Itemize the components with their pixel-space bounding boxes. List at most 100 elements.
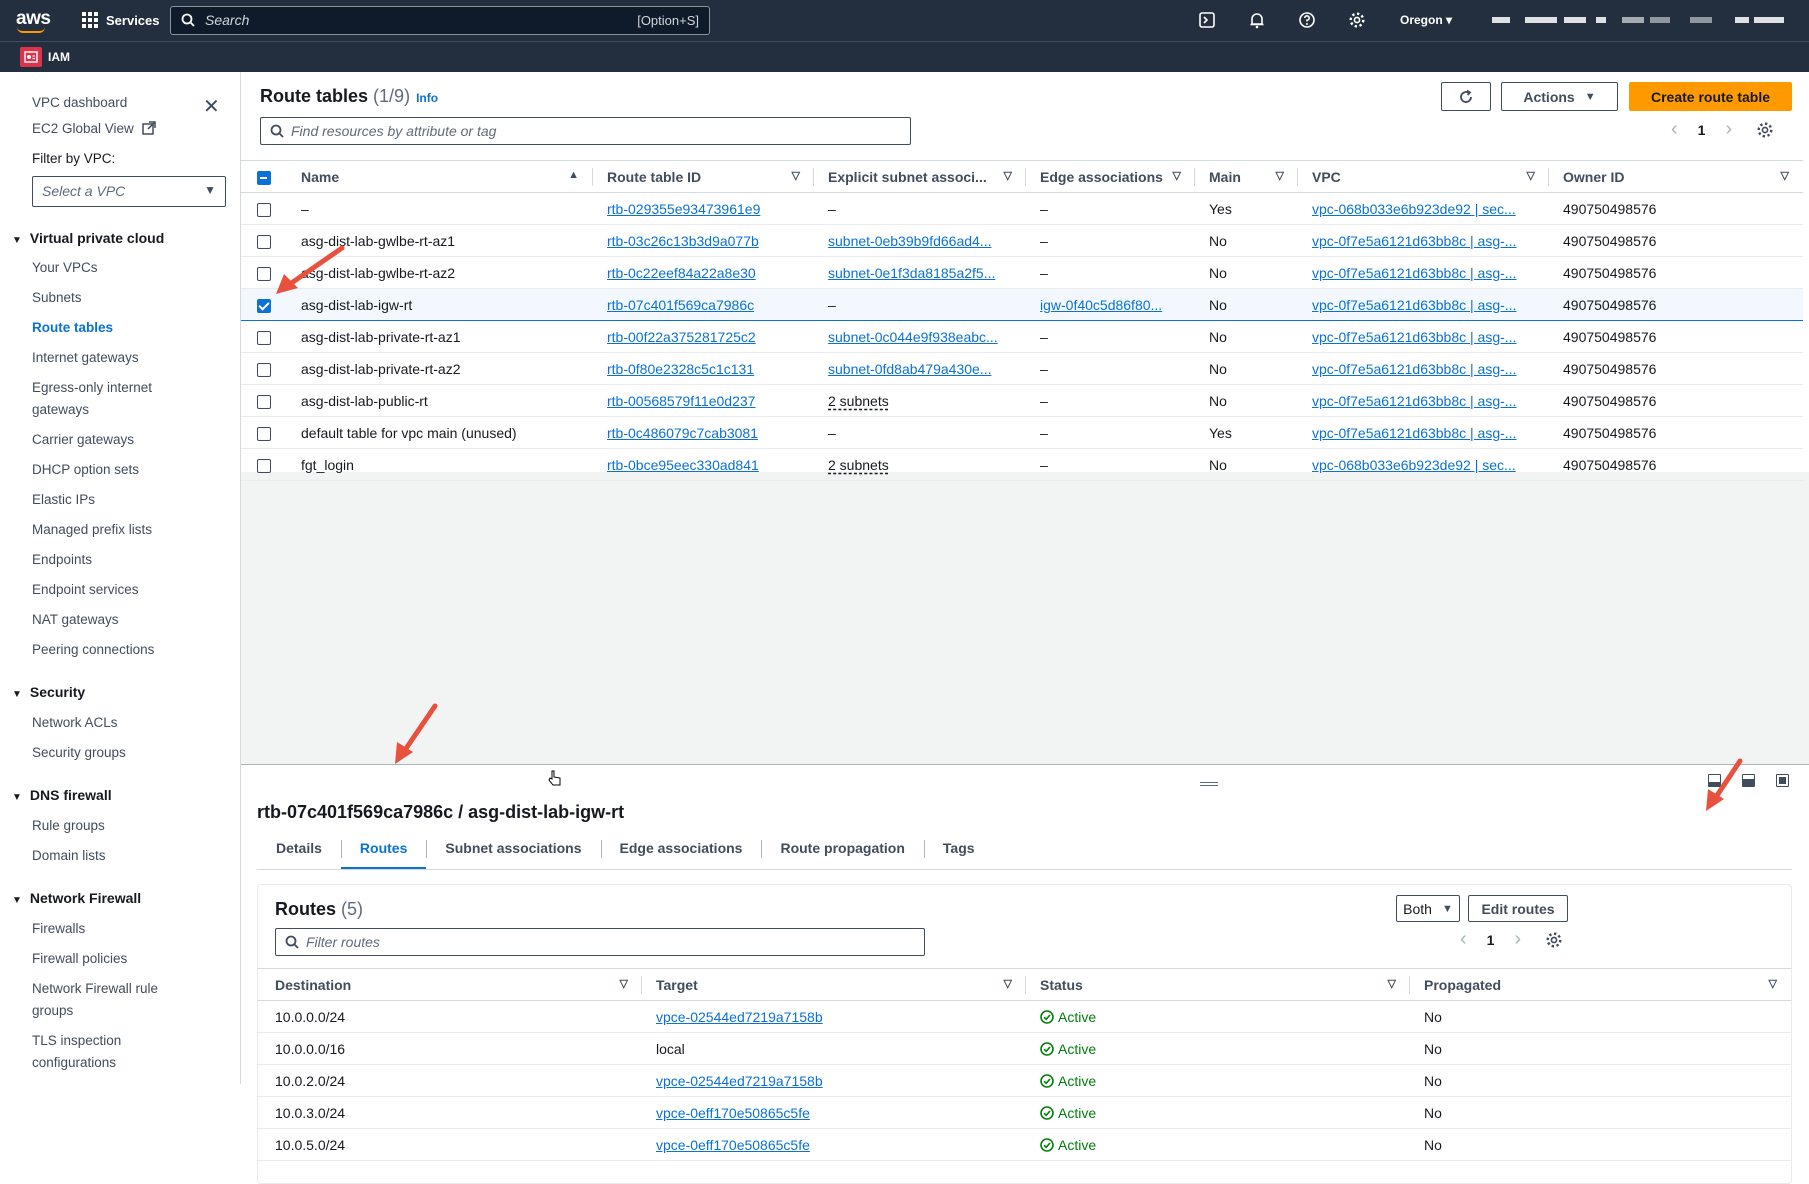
tab-route-propagation[interactable]: Route propagation	[761, 828, 923, 868]
sidebar-item-rule-groups[interactable]: Rule groups	[32, 815, 105, 837]
explicit-subnet-value[interactable]: 2 subnets	[828, 393, 889, 409]
column-header-route-table-id[interactable]: Route table ID ▽	[593, 160, 814, 193]
sidebar-item-carrier-gateways[interactable]: Carrier gateways	[32, 429, 134, 451]
sidebar-section-network-firewall[interactable]: ▼ Network Firewall	[12, 890, 141, 906]
route-table-id-link[interactable]: rtb-029355e93473961e9	[607, 201, 760, 217]
tab-subnet-associations[interactable]: Subnet associations	[426, 828, 600, 868]
sidebar-item-firewalls[interactable]: Firewalls	[32, 918, 85, 940]
panel-bottom-icon[interactable]	[1708, 774, 1721, 787]
sidebar-item-elastic-ips[interactable]: Elastic IPs	[32, 489, 95, 511]
row-checkbox[interactable]	[257, 458, 271, 473]
actions-button[interactable]: Actions ▼	[1501, 82, 1618, 111]
row-checkbox[interactable]	[257, 330, 271, 345]
settings-gear-icon[interactable]	[1545, 931, 1563, 949]
tab-details[interactable]: Details	[257, 828, 341, 868]
table-row[interactable]: – rtb-029355e93473961e9– – Yes vpc-068b033e6…	[241, 192, 1803, 225]
panel-side-icon[interactable]	[1742, 774, 1755, 787]
global-search-input[interactable]	[205, 10, 555, 30]
info-link[interactable]: Info	[416, 91, 438, 105]
split-panel-divider[interactable]	[241, 764, 1809, 765]
aws-logo[interactable]: aws	[16, 8, 51, 33]
vpc-link[interactable]: vpc-0f7e5a6121d63bb8c | asg-...	[1312, 297, 1516, 313]
sidebar-item-network-acls[interactable]: Network ACLs	[32, 712, 118, 734]
target-value[interactable]: vpce-02544ed7219a7158b	[656, 1073, 823, 1089]
settings-gear-icon[interactable]	[1348, 11, 1366, 29]
sidebar-item-managed-prefix-lists[interactable]: Managed prefix lists	[32, 519, 152, 541]
route-table-filter-input[interactable]	[291, 122, 871, 140]
route-table-filter[interactable]	[260, 117, 911, 145]
explicit-subnet-value[interactable]: subnet-0fd8ab479a430e...	[828, 361, 991, 377]
chevron-left-icon[interactable]: ‹	[1671, 118, 1678, 141]
route-filter-both-select[interactable]: Both ▼	[1396, 895, 1460, 922]
vpc-link[interactable]: vpc-0f7e5a6121d63bb8c | asg-...	[1312, 233, 1516, 249]
table-row[interactable]: asg-dist-lab-private-rt-az2 rtb-0f80e2328…	[241, 352, 1803, 385]
page-number[interactable]: 1	[1698, 122, 1706, 138]
sidebar-item-firewall-policies[interactable]: Firewall policies	[32, 948, 127, 970]
column-header-edge-associations[interactable]: Edge associations ▽	[1026, 160, 1195, 193]
sidebar-item-vpc-dashboard[interactable]: VPC dashboard	[32, 92, 127, 114]
route-table-id-link[interactable]: rtb-07c401f569ca7986c	[607, 297, 754, 313]
chevron-left-icon[interactable]: ‹	[1460, 928, 1467, 951]
refresh-button[interactable]	[1441, 82, 1491, 111]
table-row[interactable]: asg-dist-lab-gwlbe-rt-az2 rtb-0c22eef84a2…	[241, 256, 1803, 289]
vpc-link[interactable]: vpc-0f7e5a6121d63bb8c | asg-...	[1312, 265, 1516, 281]
column-header-propagated[interactable]: Propagated ▽	[1410, 968, 1791, 1001]
explicit-subnet-value[interactable]: subnet-0c044e9f938eabc...	[828, 329, 998, 345]
column-header-target[interactable]: Target ▽	[642, 968, 1026, 1001]
sidebar-item-your-vpcs[interactable]: Your VPCs	[32, 257, 98, 279]
cloudshell-icon[interactable]	[1198, 11, 1216, 29]
target-value[interactable]: vpce-0eff170e50865c5fe	[656, 1105, 810, 1121]
vpc-link[interactable]: vpc-068b033e6b923de92 | sec...	[1312, 201, 1516, 217]
panel-full-icon[interactable]	[1776, 774, 1789, 787]
sidebar-item-ec2-global-view[interactable]: EC2 Global View	[32, 118, 156, 140]
sidebar-item-network-firewall-rule-groups[interactable]: Network Firewall rule groups	[32, 978, 158, 1022]
help-icon[interactable]	[1298, 11, 1316, 29]
column-header-destination[interactable]: Destination ▽	[258, 968, 642, 1001]
column-header-owner-id[interactable]: Owner ID ▽	[1549, 160, 1803, 193]
iam-service-icon[interactable]	[20, 47, 42, 67]
tab-tags[interactable]: Tags	[923, 828, 994, 868]
row-checkbox[interactable]	[257, 298, 271, 313]
sidebar-item-tls-inspection-configurations[interactable]: TLS inspection configurations	[32, 1030, 121, 1074]
column-header-explicit-subnet[interactable]: Explicit subnet associ... ▽	[814, 160, 1026, 193]
route-table-id-link[interactable]: rtb-0f80e2328c5c1c131	[607, 361, 754, 377]
table-row[interactable]: asg-dist-lab-public-rt rtb-00568579f11e0d…	[241, 384, 1803, 417]
explicit-subnet-value[interactable]: 2 subnets	[828, 457, 889, 473]
route-table-id-link[interactable]: rtb-0c22eef84a22a8e30	[607, 265, 756, 281]
target-value[interactable]: vpce-0eff170e50865c5fe	[656, 1137, 810, 1153]
routes-filter[interactable]	[275, 928, 925, 956]
column-header-main[interactable]: Main ▽	[1195, 160, 1298, 193]
sidebar-section-security[interactable]: ▼ Security	[12, 684, 85, 700]
vpc-filter-select[interactable]: Select a VPC ▼	[32, 176, 226, 207]
sidebar-item-security-groups[interactable]: Security groups	[32, 742, 126, 764]
vpc-link[interactable]: vpc-0f7e5a6121d63bb8c | asg-...	[1312, 425, 1516, 441]
sidebar-item-dhcp-option-sets[interactable]: DHCP option sets	[32, 459, 139, 481]
row-checkbox[interactable]	[257, 362, 271, 377]
route-table-id-link[interactable]: rtb-00568579f11e0d237	[607, 393, 755, 409]
sidebar-item-endpoints[interactable]: Endpoints	[32, 549, 92, 571]
services-menu[interactable]: Services	[82, 12, 160, 28]
vpc-link[interactable]: vpc-068b033e6b923de92 | sec...	[1312, 457, 1516, 473]
chevron-right-icon[interactable]: ›	[1725, 118, 1732, 141]
row-checkbox[interactable]	[257, 426, 271, 441]
row-checkbox[interactable]	[257, 202, 271, 217]
sidebar-item-peering-connections[interactable]: Peering connections	[32, 639, 154, 661]
notifications-bell-icon[interactable]	[1248, 11, 1266, 29]
page-number[interactable]: 1	[1487, 932, 1495, 948]
sidebar-section-dns-firewall[interactable]: ▼ DNS firewall	[12, 787, 112, 803]
sidebar-item-subnets[interactable]: Subnets	[32, 287, 82, 309]
table-row[interactable]: default table for vpc main (unused) rtb-0…	[241, 416, 1803, 449]
routes-filter-input[interactable]	[306, 933, 886, 951]
row-checkbox[interactable]	[257, 394, 271, 409]
edge-association-value[interactable]: igw-0f40c5d86f80...	[1040, 297, 1162, 313]
sidebar-section-virtual-private-cloud[interactable]: ▼ Virtual private cloud	[12, 230, 164, 246]
edit-routes-button[interactable]: Edit routes	[1468, 895, 1568, 922]
tab-edge-associations[interactable]: Edge associations	[600, 828, 762, 868]
settings-gear-icon[interactable]	[1756, 121, 1774, 139]
vpc-link[interactable]: vpc-0f7e5a6121d63bb8c | asg-...	[1312, 329, 1516, 345]
sidebar-item-egress-only-internet-gateways[interactable]: Egress-only internet gateways	[32, 377, 152, 421]
row-checkbox[interactable]	[257, 234, 271, 249]
route-table-id-link[interactable]: rtb-00f22a375281725c2	[607, 329, 756, 345]
target-value[interactable]: vpce-02544ed7219a7158b	[656, 1009, 823, 1025]
sidebar-item-nat-gateways[interactable]: NAT gateways	[32, 609, 119, 631]
